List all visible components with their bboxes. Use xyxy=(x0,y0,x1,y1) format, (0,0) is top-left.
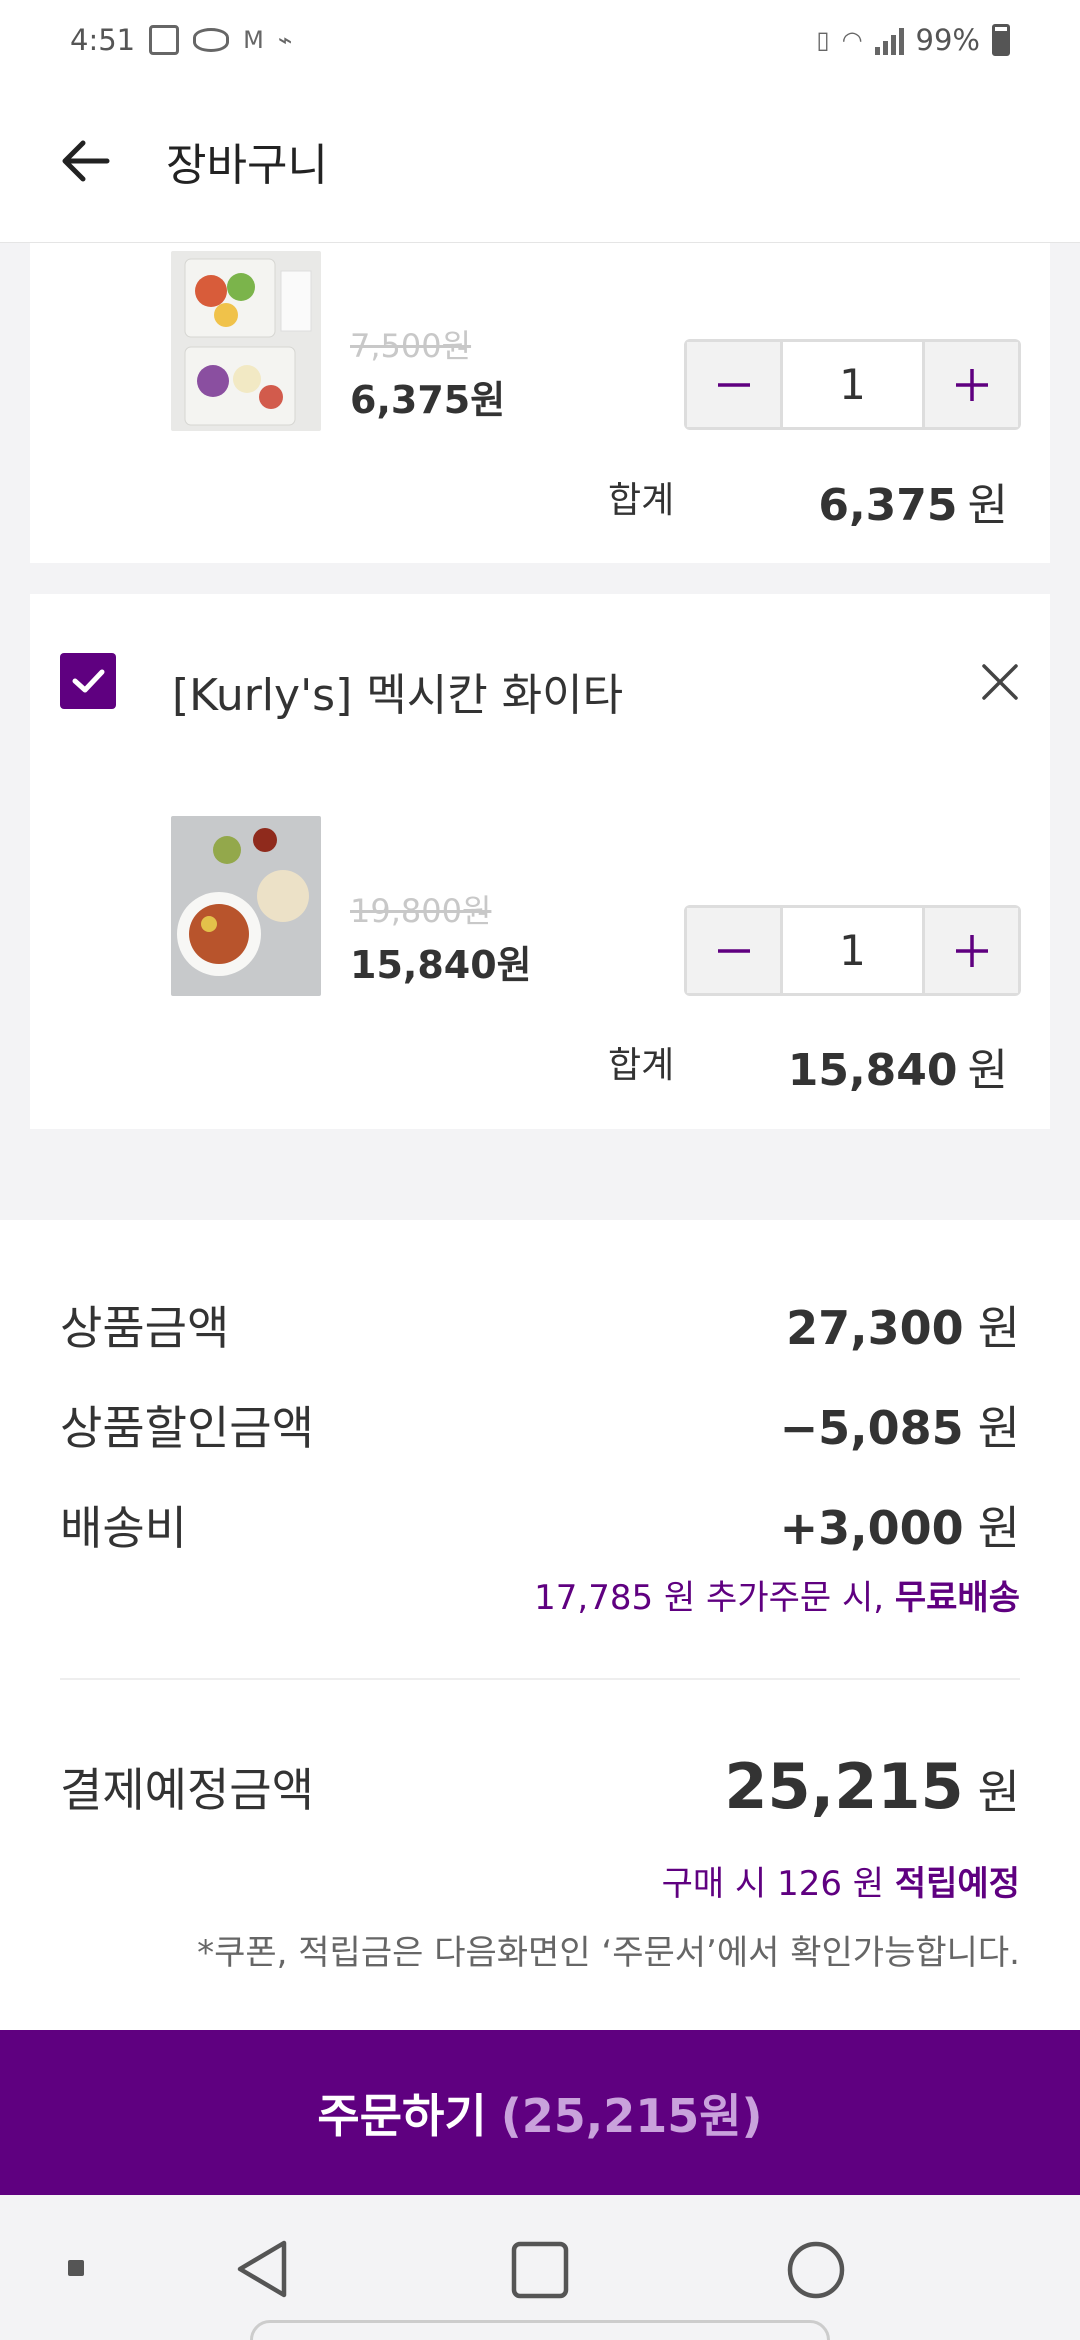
quantity-value: 1 xyxy=(780,908,925,993)
system-nav-bar xyxy=(0,2195,1080,2340)
status-time: 4:51 xyxy=(70,23,136,57)
app-header: 장바구니 xyxy=(0,80,1080,243)
battery-icon xyxy=(992,24,1010,56)
decrease-quantity-button[interactable] xyxy=(687,342,780,427)
battery-level: 99% xyxy=(915,23,980,57)
currency-unit: 원 xyxy=(977,1301,1020,1355)
points-note-text: 구매 시 126 원 xyxy=(661,1864,885,1904)
discount-value: −5,085 원 xyxy=(780,1392,1020,1458)
payment-total-number: 25,215 xyxy=(724,1750,964,1823)
product-amount-label: 상품금액 xyxy=(60,1301,230,1355)
discount-number: −5,085 xyxy=(779,1401,964,1455)
message-icon xyxy=(193,28,230,52)
original-price: 19,800원 xyxy=(350,892,492,930)
order-button-total: (25,215원) xyxy=(500,2088,763,2143)
item-total-label: 합계 xyxy=(608,1045,675,1086)
arrow-left-icon xyxy=(62,140,110,182)
price-summary: 상품금액 27,300 원 상품할인금액 −5,085 원 배송비 +3,000 원 … xyxy=(0,1220,1080,2030)
free-shipping-note-text: 17,785 원 추가주문 시, xyxy=(534,1578,885,1618)
remove-item-button[interactable] xyxy=(970,652,1030,712)
item-total-amount: 15,840 xyxy=(787,1045,958,1096)
plus-icon xyxy=(955,368,988,401)
vibrate-icon: ▯ xyxy=(816,26,830,54)
order-button[interactable]: 주문하기 (25,215원) xyxy=(0,2030,1080,2195)
coupon-disclaimer: *쿠폰, 적립금은 다음화면인 ‘주문서’에서 확인가능합니다. xyxy=(197,1933,1020,1973)
summary-divider xyxy=(60,1678,1020,1680)
points-note: 구매 시 126 원 적립예정 xyxy=(662,1856,1020,1905)
image-icon xyxy=(149,25,180,55)
increase-quantity-button[interactable] xyxy=(925,908,1018,993)
gesture-handle[interactable] xyxy=(250,2320,830,2340)
nav-recents-circle-icon[interactable] xyxy=(786,2240,846,2300)
discount-label: 상품할인금액 xyxy=(60,1401,314,1455)
item-total-value: 6,375 원 xyxy=(818,469,1008,533)
back-button[interactable] xyxy=(40,116,130,206)
shipping-row: 배송비 +3,000 원 xyxy=(60,1492,1020,1558)
order-button-label: 주문하기 xyxy=(317,2088,487,2143)
product-amount-value: 27,300 원 xyxy=(786,1292,1020,1358)
quantity-value: 1 xyxy=(780,342,925,427)
signal-icon xyxy=(874,25,904,55)
checkmark-icon xyxy=(72,669,105,693)
currency-unit: 원 xyxy=(967,1045,1008,1096)
shipping-value: +3,000 원 xyxy=(780,1492,1020,1558)
free-shipping-note: 17,785 원 추가주문 시, 무료배송 xyxy=(534,1570,1020,1619)
increase-quantity-button[interactable] xyxy=(925,342,1018,427)
product-image[interactable] xyxy=(171,816,321,996)
cart-item: [Kurly's] 멕시칸 화이타 19,800원 15,840원 1 합계 1… xyxy=(30,594,1050,1129)
shipping-label: 배송비 xyxy=(60,1501,187,1555)
minus-icon xyxy=(717,382,750,387)
currency-unit: 원 xyxy=(977,1401,1020,1455)
nav-dot-icon[interactable] xyxy=(68,2260,84,2276)
sale-price: 6,375원 xyxy=(350,378,506,422)
gmail-icon: M xyxy=(243,26,264,54)
close-icon xyxy=(982,664,1018,700)
nav-back-icon[interactable] xyxy=(232,2237,292,2301)
points-note-highlight: 적립예정 xyxy=(894,1864,1020,1904)
currency-unit: 원 xyxy=(977,1501,1020,1555)
original-price: 7,500원 xyxy=(350,327,472,365)
cart-item: 7,500원 6,375원 1 합계 6,375 원 xyxy=(30,243,1050,563)
sale-price: 15,840원 xyxy=(350,943,532,987)
minus-icon xyxy=(717,948,750,953)
quantity-stepper: 1 xyxy=(684,905,1021,996)
product-amount-number: 27,300 xyxy=(786,1301,964,1355)
usb-icon: ⌁ xyxy=(277,26,293,54)
item-total-label: 합계 xyxy=(608,480,675,521)
payment-total-row: 결제예정금액 25,215 원 xyxy=(60,1750,1020,1823)
status-bar: 4:51 M ⌁ ▯ ◠ 99% xyxy=(0,0,1080,80)
product-title[interactable]: [Kurly's] 멕시칸 화이타 xyxy=(172,659,623,723)
shipping-number: +3,000 xyxy=(779,1501,964,1555)
quantity-stepper: 1 xyxy=(684,339,1021,430)
free-shipping-note-highlight: 무료배송 xyxy=(894,1578,1020,1618)
product-image[interactable] xyxy=(171,251,321,431)
nav-home-square-icon[interactable] xyxy=(510,2240,570,2300)
item-total-amount: 6,375 xyxy=(818,480,958,531)
currency-unit: 원 xyxy=(977,1765,1020,1819)
currency-unit: 원 xyxy=(967,480,1008,531)
wifi-icon: ◠ xyxy=(841,26,863,54)
page-title: 장바구니 xyxy=(166,140,328,191)
product-amount-row: 상품금액 27,300 원 xyxy=(60,1292,1020,1358)
item-total-value: 15,840 원 xyxy=(788,1034,1008,1098)
plus-icon xyxy=(955,934,988,967)
decrease-quantity-button[interactable] xyxy=(687,908,780,993)
discount-row: 상품할인금액 −5,085 원 xyxy=(60,1392,1020,1458)
item-select-checkbox[interactable] xyxy=(60,653,116,709)
payment-total-value: 25,215 원 xyxy=(724,1750,1020,1823)
payment-total-label: 결제예정금액 xyxy=(60,1762,314,1817)
